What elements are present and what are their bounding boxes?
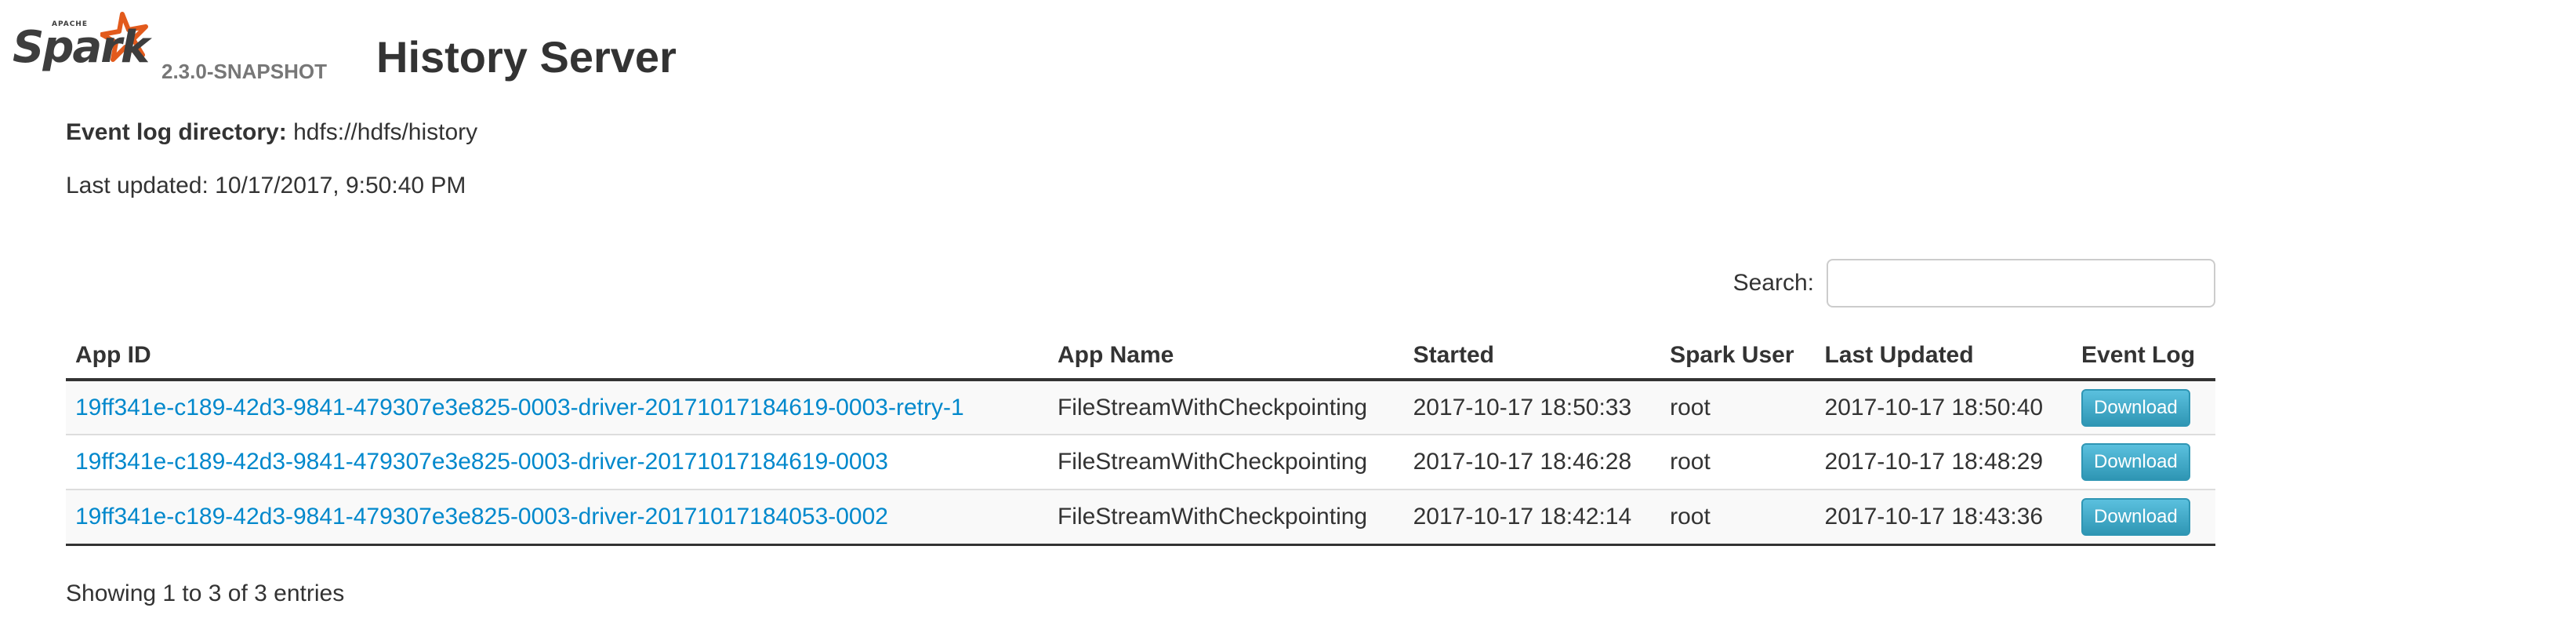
event-log-value: hdfs://hdfs/history [293,119,478,145]
search-area: Search: [1733,259,2215,308]
app-id-link[interactable]: 19ff341e-c189-42d3-9841-479307e3e825-000… [75,449,888,475]
applications-table: App ID App Name Started Spark User Last … [66,333,2215,546]
last-updated-cell: 2017-10-17 18:50:40 [1815,379,2073,435]
table-row: 19ff341e-c189-42d3-9841-479307e3e825-000… [66,489,2215,546]
app-id-cell: 19ff341e-c189-42d3-9841-479307e3e825-000… [66,489,1048,546]
download-button[interactable]: Download [2081,388,2190,427]
column-header-started[interactable]: Started [1403,333,1661,381]
version-label: 2.3.0-SNAPSHOT [161,60,327,83]
app-name-cell: FileStreamWithCheckpointing [1047,434,1404,490]
started-cell: 2017-10-17 18:50:33 [1403,379,1661,435]
page-title: History Server [376,32,677,82]
table-row: 19ff341e-c189-42d3-9841-479307e3e825-000… [66,434,2215,490]
app-name-cell: FileStreamWithCheckpointing [1047,379,1404,435]
download-button[interactable]: Download [2081,497,2190,536]
spark-logo[interactable]: APACHE Spark [13,11,169,82]
started-cell: 2017-10-17 18:42:14 [1403,489,1661,546]
spark-user-cell: root [1660,379,1816,435]
app-id-link[interactable]: 19ff341e-c189-42d3-9841-479307e3e825-000… [75,395,964,420]
table-header-row: App ID App Name Started Spark User Last … [66,333,2215,381]
column-header-event-log[interactable]: Event Log [2072,333,2215,381]
column-header-app-name[interactable]: App Name [1047,333,1404,381]
event-log-cell: Download [2072,434,2215,490]
search-label: Search: [1732,270,1814,296]
page-header: APACHE Spark 2.3.0-SNAPSHOT History Serv… [13,11,796,89]
column-header-spark-user[interactable]: Spark User [1660,333,1816,381]
event-log-label: Event log directory: [66,119,287,145]
spark-user-cell: root [1660,434,1816,490]
table-row: 19ff341e-c189-42d3-9841-479307e3e825-000… [66,379,2215,435]
event-log-cell: Download [2072,489,2215,546]
app-name-cell: FileStreamWithCheckpointing [1047,489,1404,546]
last-updated-cell: 2017-10-17 18:48:29 [1815,434,2073,490]
event-log-cell: Download [2072,379,2215,435]
column-header-app-id[interactable]: App ID [66,333,1048,381]
last-updated-text: Last updated: 10/17/2017, 9:50:40 PM [66,173,466,198]
entries-info: Showing 1 to 3 of 3 entries [66,581,345,606]
download-button[interactable]: Download [2081,443,2190,481]
started-cell: 2017-10-17 18:46:28 [1403,434,1661,490]
app-id-link[interactable]: 19ff341e-c189-42d3-9841-479307e3e825-000… [75,504,888,530]
column-header-last-updated[interactable]: Last Updated [1815,333,2073,381]
app-id-cell: 19ff341e-c189-42d3-9841-479307e3e825-000… [66,434,1048,490]
app-id-cell: 19ff341e-c189-42d3-9841-479307e3e825-000… [66,379,1048,435]
search-input[interactable] [1827,259,2215,308]
spark-user-cell: root [1660,489,1816,546]
event-log-directory: Event log directory: hdfs://hdfs/history [66,119,477,146]
logo-spark-text: Spark [13,22,150,73]
last-updated-cell: 2017-10-17 18:43:36 [1815,489,2073,546]
